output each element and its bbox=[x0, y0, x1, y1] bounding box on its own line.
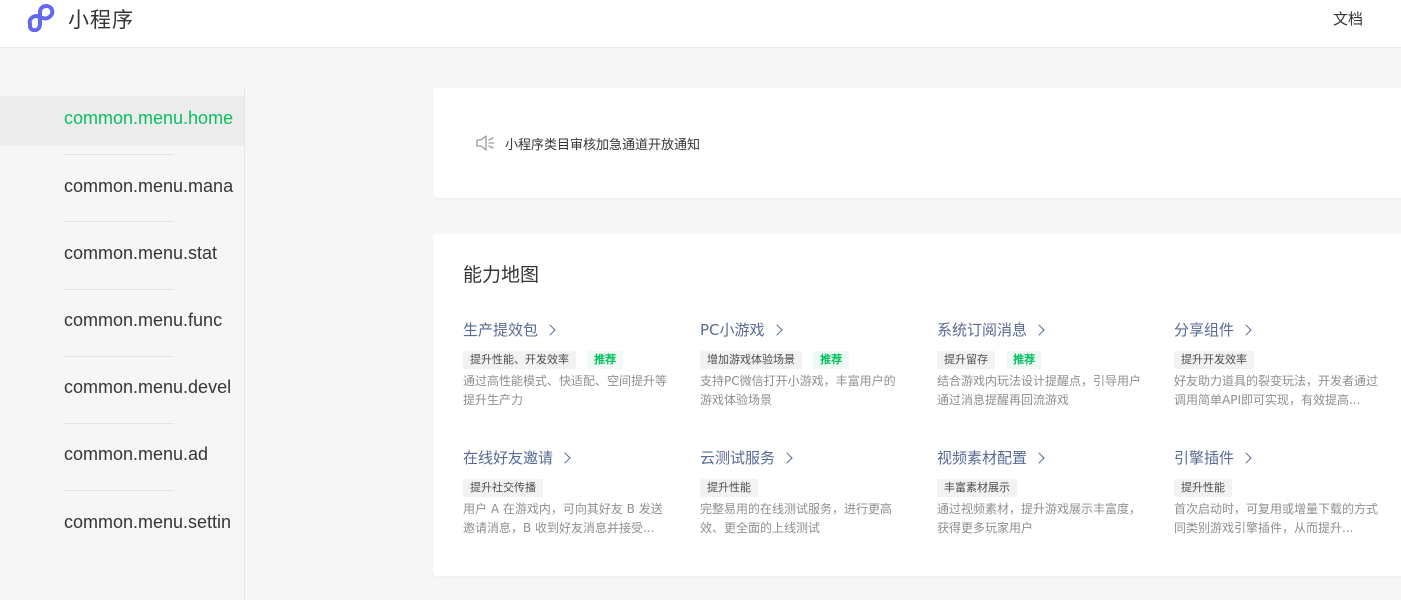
feature-title-text: 引擎插件 bbox=[1174, 449, 1235, 467]
top-bar: 小程序 文档 bbox=[0, 0, 1401, 48]
chevron-right-icon bbox=[781, 451, 793, 464]
feature-item: 系统订阅消息 提升留存 推荐 结合游戏内玩法设计提醒点，引导用户通过消息提醒再回… bbox=[937, 319, 1157, 410]
feature-tags: 提升性能 bbox=[700, 476, 920, 497]
chevron-right-icon bbox=[1033, 451, 1045, 464]
notice-card: 小程序类目审核加急通道开放通知 bbox=[433, 88, 1401, 198]
feature-description: 完整易用的在线测试服务，进行更高效、更全面的上线测试 bbox=[700, 502, 893, 535]
feature-title-link[interactable]: 引擎插件 bbox=[1174, 447, 1252, 468]
brand-title[interactable]: 小程序 bbox=[68, 4, 134, 34]
chevron-right-icon bbox=[544, 323, 556, 336]
feature-tag: 提升开发效率 bbox=[1174, 351, 1254, 369]
chevron-right-icon bbox=[770, 323, 783, 336]
sidebar-divider bbox=[64, 154, 174, 155]
feature-tag: 提升社交传播 bbox=[463, 479, 543, 497]
feature-tags: 提升社交传播 bbox=[463, 476, 683, 497]
sidebar-item-label: common.menu.ad bbox=[64, 444, 209, 464]
feature-tags: 提升性能 bbox=[1174, 476, 1394, 497]
recommended-badge: 推荐 bbox=[813, 351, 850, 369]
recommended-badge: 推荐 bbox=[587, 351, 624, 369]
feature-title-link[interactable]: 系统订阅消息 bbox=[937, 319, 1045, 340]
feature-title-text: 系统订阅消息 bbox=[937, 321, 1028, 339]
feature-tag: 增加游戏体验场景 bbox=[700, 351, 802, 369]
sidebar-divider bbox=[64, 423, 174, 424]
sidebar-divider bbox=[64, 221, 174, 222]
feature-title-link[interactable]: 在线好友邀请 bbox=[463, 447, 571, 468]
feature-description: 用户 A 在游戏内，可向其好友 B 发送邀请消息，B 收到好友消息并接受... bbox=[463, 502, 663, 535]
capability-map-title: 能力地图 bbox=[463, 264, 540, 286]
feature-tag: 提升性能、开发效率 bbox=[463, 351, 576, 369]
feature-item: 生产提效包 提升性能、开发效率 推荐 通过高性能模式、快适配、空间提升等提升生产… bbox=[463, 319, 683, 410]
sidebar-item-label: common.menu.mana bbox=[64, 176, 234, 196]
miniprogram-logo-icon[interactable] bbox=[26, 2, 60, 32]
feature-description: 首次启动时，可复用或增量下载的方式同类别游戏引擎插件，从而提升... bbox=[1174, 502, 1379, 535]
sidebar-divider bbox=[64, 289, 174, 290]
feature-title-text: PC小游戏 bbox=[700, 321, 765, 339]
sidebar-item-ad[interactable]: common.menu.ad bbox=[0, 432, 244, 482]
feature-tags: 提升留存 推荐 bbox=[937, 348, 1157, 369]
feature-tags: 提升性能、开发效率 推荐 bbox=[463, 348, 683, 369]
feature-description: 通过视频素材，提升游戏展示丰富度，获得更多玩家用户 bbox=[937, 502, 1142, 535]
sidebar-divider bbox=[64, 356, 174, 357]
sidebar-item-func[interactable]: common.menu.func bbox=[0, 298, 244, 348]
feature-title-text: 生产提效包 bbox=[463, 321, 539, 339]
chevron-right-icon bbox=[1240, 451, 1252, 464]
sidebar-border bbox=[244, 88, 245, 600]
capability-map-card: 能力地图 生产提效包 提升性能、开发效率 推荐 通过高性能模式、快适配、空间提升… bbox=[433, 234, 1401, 576]
feature-description: 通过高性能模式、快适配、空间提升等提升生产力 bbox=[463, 374, 668, 407]
feature-tag: 提升留存 bbox=[937, 351, 995, 369]
feature-title-link[interactable]: PC小游戏 bbox=[700, 319, 783, 340]
feature-description: 好友助力道具的裂变玩法，开发者通过调用简单API即可实现，有效提高... bbox=[1174, 374, 1379, 407]
feature-title-link[interactable]: 分享组件 bbox=[1174, 319, 1252, 340]
sidebar-item-label: common.menu.stat bbox=[64, 243, 218, 263]
feature-title-text: 在线好友邀请 bbox=[463, 449, 554, 467]
feature-tags: 提升开发效率 bbox=[1174, 348, 1394, 369]
chevron-right-icon bbox=[559, 451, 571, 464]
sidebar-item-label: common.menu.devel bbox=[64, 377, 232, 397]
feature-item: 视频素材配置 丰富素材展示 通过视频素材，提升游戏展示丰富度，获得更多玩家用户 bbox=[937, 447, 1157, 538]
sidebar-item-devel[interactable]: common.menu.devel bbox=[0, 365, 244, 415]
feature-title-link[interactable]: 生产提效包 bbox=[463, 319, 556, 340]
feature-item: 云测试服务 提升性能 完整易用的在线测试服务，进行更高效、更全面的上线测试 bbox=[700, 447, 920, 538]
speaker-icon bbox=[476, 135, 495, 151]
feature-tags: 丰富素材展示 bbox=[937, 476, 1157, 497]
feature-item: 引擎插件 提升性能 首次启动时，可复用或增量下载的方式同类别游戏引擎插件，从而提… bbox=[1174, 447, 1394, 538]
sidebar-item-label: common.menu.func bbox=[64, 310, 223, 330]
feature-title-link[interactable]: 视频素材配置 bbox=[937, 447, 1045, 468]
sidebar-item-manage[interactable]: common.menu.mana bbox=[0, 164, 244, 214]
feature-title-text: 云测试服务 bbox=[700, 449, 776, 467]
feature-item: 在线好友邀请 提升社交传播 用户 A 在游戏内，可向其好友 B 发送邀请消息，B… bbox=[463, 447, 683, 538]
sidebar: common.menu.home common.menu.mana common… bbox=[0, 48, 244, 600]
feature-tag: 丰富素材展示 bbox=[937, 479, 1017, 497]
sidebar-item-label: common.menu.settin bbox=[64, 512, 232, 532]
sidebar-item-label: common.menu.home bbox=[64, 108, 234, 128]
recommended-badge: 推荐 bbox=[1006, 351, 1043, 369]
feature-description: 结合游戏内玩法设计提醒点，引导用户通过消息提醒再回流游戏 bbox=[937, 374, 1142, 407]
chevron-right-icon bbox=[1240, 323, 1252, 336]
feature-tags: 增加游戏体验场景 推荐 bbox=[700, 348, 920, 369]
feature-description: 支持PC微信打开小游戏，丰富用户的游戏体验场景 bbox=[700, 374, 896, 407]
feature-title-text: 视频素材配置 bbox=[937, 449, 1028, 467]
sidebar-item-home[interactable]: common.menu.home bbox=[0, 96, 244, 146]
docs-link[interactable]: 文档 bbox=[1333, 8, 1363, 29]
feature-tag: 提升性能 bbox=[700, 479, 758, 497]
feature-title-link[interactable]: 云测试服务 bbox=[700, 447, 793, 468]
sidebar-item-settings[interactable]: common.menu.settin bbox=[0, 500, 244, 550]
feature-item: 分享组件 提升开发效率 好友助力道具的裂变玩法，开发者通过调用简单API即可实现… bbox=[1174, 319, 1394, 410]
feature-item: PC小游戏 增加游戏体验场景 推荐 支持PC微信打开小游戏，丰富用户的游戏体验场… bbox=[700, 319, 920, 410]
feature-title-text: 分享组件 bbox=[1174, 321, 1235, 339]
sidebar-item-stat[interactable]: common.menu.stat bbox=[0, 231, 244, 281]
chevron-right-icon bbox=[1033, 323, 1045, 336]
sidebar-divider bbox=[64, 490, 174, 491]
notice-link[interactable]: 小程序类目审核加急通道开放通知 bbox=[505, 134, 700, 153]
feature-tag: 提升性能 bbox=[1174, 479, 1232, 497]
